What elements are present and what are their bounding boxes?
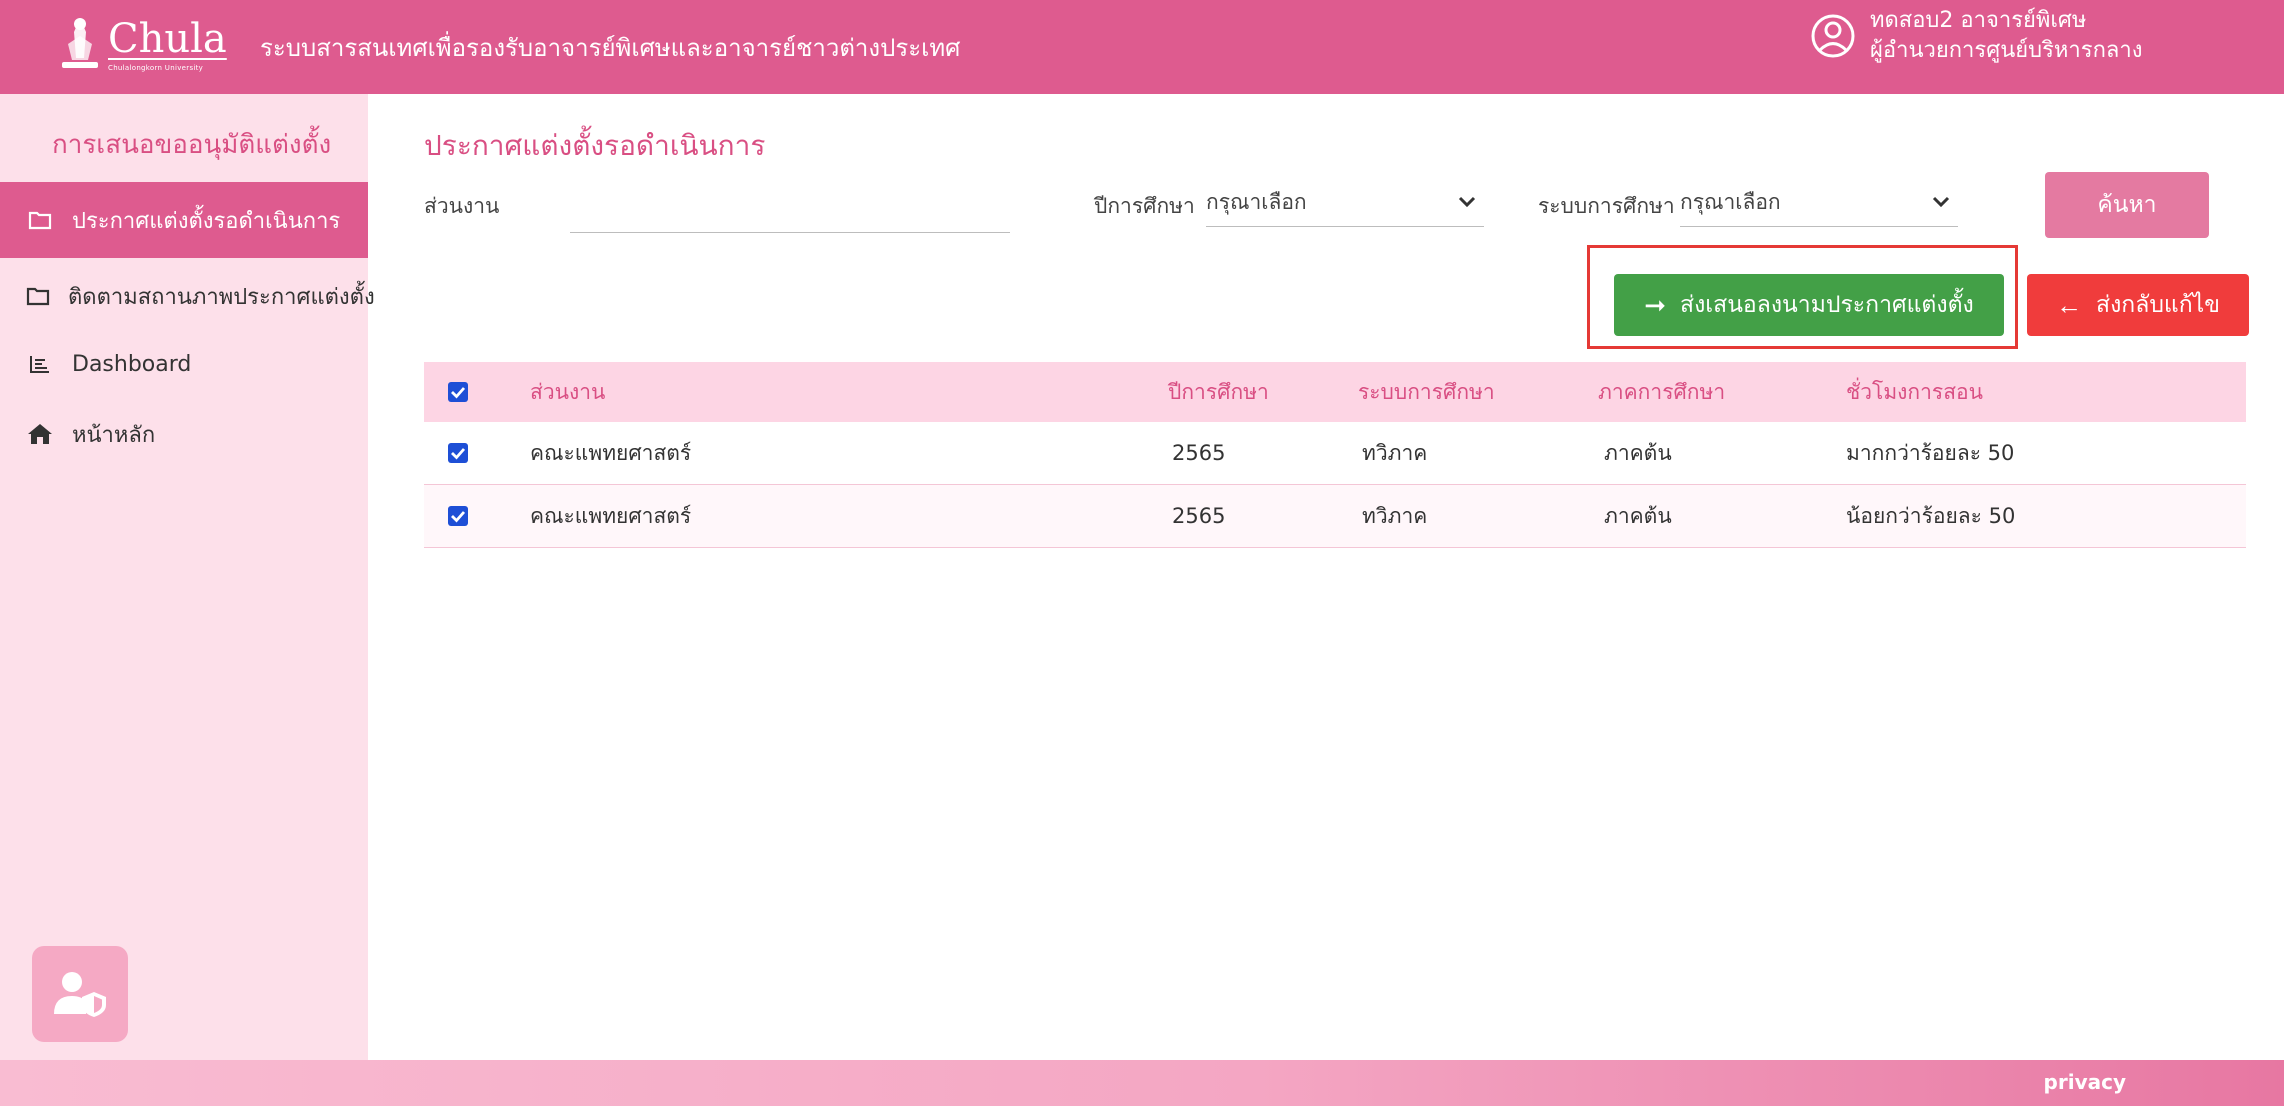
user-circle-icon [1811,14,1855,58]
year-filter-label: ปีการศึกษา [1094,194,1195,218]
cell-year: 2565 [1172,441,1226,465]
sidebar-item-label: Dashboard [72,351,192,377]
folder-icon [26,206,54,234]
column-header-system[interactable]: ระบบการศึกษา [1358,362,1495,422]
cell-semester: ภาคต้น [1604,440,1672,465]
sidebar-item-label: ติดตามสถานภาพประกาศแต่งตั้ง [68,284,375,310]
dept-filter-label: ส่วนงาน [424,194,500,218]
return-for-edit-label: ส่งกลับแก้ไข [2096,291,2220,317]
sidebar: การเสนอขออนุมัติแต่งตั้ง ประกาศแต่งตั้งร… [0,94,375,1060]
brand-subtitle: Chulalongkorn University [108,64,204,72]
sidebar-item-dashboard[interactable]: Dashboard [0,326,368,402]
sidebar-item-home[interactable]: หน้าหลัก [0,396,368,472]
privacy-link[interactable]: privacy [2044,1070,2126,1094]
row-checkbox[interactable] [448,506,468,526]
cell-dept: คณะแพทยศาสตร์ [530,440,692,465]
user-menu[interactable]: ทดสอบ2 อาจารย์พิเศษ ผู้อำนวยการศูนย์บริห… [1810,6,2142,66]
submit-for-signing-button[interactable]: ➞ ส่งเสนอลงนามประกาศแต่งตั้ง [1614,274,2004,336]
footer: privacy [0,1060,2284,1106]
cell-year: 2565 [1172,504,1226,528]
user-shield-icon[interactable] [32,946,128,1042]
arrow-right-icon: ➞ [1644,289,1667,320]
check-icon [451,511,466,523]
arrow-left-icon: ← [2056,289,2083,320]
cell-hours: มากกว่าร้อยละ 50 [1846,440,2015,465]
cell-hours: น้อยกว่าร้อยละ 50 [1846,503,2016,528]
year-select-value: กรุณาเลือก [1206,189,1307,214]
system-select-value: กรุณาเลือก [1680,189,1781,214]
row-checkbox[interactable] [448,443,468,463]
home-icon [26,420,54,448]
dept-filter-input[interactable] [570,188,1010,233]
cell-dept: คณะแพทยศาสตร์ [530,503,692,528]
table-row[interactable]: คณะแพทยศาสตร์ 2565 ทวิภาค ภาคต้น มากกว่า… [424,422,2246,485]
cell-semester: ภาคต้น [1604,503,1672,528]
column-header-year[interactable]: ปีการศึกษา [1168,362,1269,422]
table-header-row: ส่วนงาน ปีการศึกษา ระบบการศึกษา ภาคการศึ… [424,362,2246,422]
top-header: Chula Chulalongkorn University ระบบสารสน… [0,0,2284,94]
check-icon [451,387,466,399]
brand-name: Chula [108,16,227,62]
chevron-down-icon [1458,196,1476,208]
column-header-dept[interactable]: ส่วนงาน [530,362,605,422]
cell-system: ทวิภาค [1362,503,1428,528]
check-icon [451,448,466,460]
return-for-edit-button[interactable]: ← ส่งกลับแก้ไข [2027,274,2249,336]
chula-logo[interactable]: Chula Chulalongkorn University [60,14,227,76]
university-crest-icon [62,18,98,68]
system-select[interactable]: กรุณาเลือก [1680,178,1958,227]
user-role: ผู้อำนวยการศูนย์บริหารกลาง [1870,38,2143,63]
year-select[interactable]: กรุณาเลือก [1206,178,1484,227]
system-filter-label: ระบบการศึกษา [1538,194,1675,218]
sidebar-item-track-status[interactable]: ติดตามสถานภาพประกาศแต่งตั้ง [0,258,375,334]
user-name: ทดสอบ2 อาจารย์พิเศษ [1870,8,2087,33]
select-all-checkbox[interactable] [448,382,468,402]
system-title: ระบบสารสนเทศเพื่อรองรับอาจารย์พิเศษและอา… [260,34,961,62]
sidebar-item-label: หน้าหลัก [72,422,156,448]
search-button[interactable]: ค้นหา [2045,172,2209,238]
submit-for-signing-label: ส่งเสนอลงนามประกาศแต่งตั้ง [1680,291,1974,317]
table-row[interactable]: คณะแพทยศาสตร์ 2565 ทวิภาค ภาคต้น น้อยกว่… [424,485,2246,548]
folder-icon [26,282,50,310]
column-header-semester[interactable]: ภาคการศึกษา [1598,362,1725,422]
sidebar-item-label: ประกาศแต่งตั้งรอดำเนินการ [72,208,341,234]
column-header-hours[interactable]: ชั่วโมงการสอน [1846,362,1983,422]
announcement-table: ส่วนงาน ปีการศึกษา ระบบการศึกษา ภาคการศึ… [424,362,2246,548]
chevron-down-icon [1932,196,1950,208]
sidebar-heading: การเสนอขออนุมัติแต่งตั้ง [52,130,332,160]
page-title: ประกาศแต่งตั้งรอดำเนินการ [424,129,766,162]
cell-system: ทวิภาค [1362,440,1428,465]
list-icon [26,350,54,378]
sidebar-item-pending-announcements[interactable]: ประกาศแต่งตั้งรอดำเนินการ [0,182,368,258]
